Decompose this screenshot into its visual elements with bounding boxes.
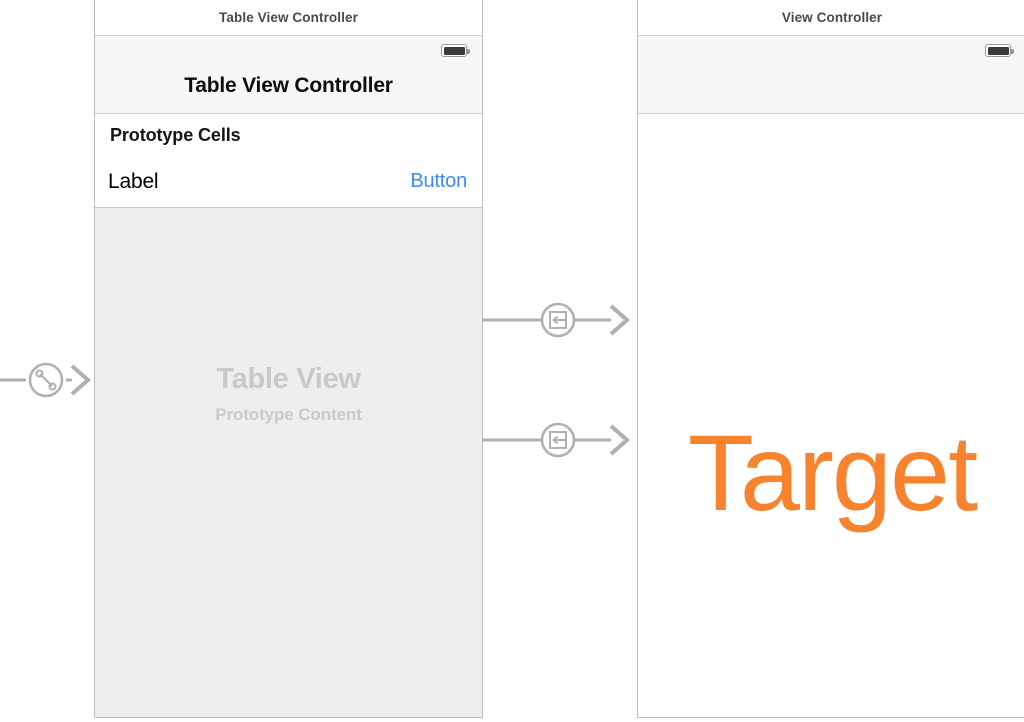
scene-body: Target — [638, 36, 1024, 717]
cell-label: Label — [108, 169, 159, 193]
arrowhead-icon — [609, 304, 631, 336]
status-bar — [95, 36, 482, 58]
battery-nub — [467, 48, 470, 54]
battery-fill — [443, 46, 465, 55]
arrowhead-icon — [609, 424, 631, 456]
table-view-placeholder-subtitle: Prototype Content — [215, 405, 362, 424]
scene-body: Table View Controller Prototype Cells La… — [95, 36, 482, 717]
show-segue-connection-1[interactable] — [483, 300, 639, 340]
scene-titlebar[interactable]: View Controller — [638, 0, 1024, 36]
storyboard-entry-point-connection[interactable] — [0, 360, 98, 400]
battery-nub — [1011, 48, 1014, 54]
scene-view-controller[interactable]: View Controller Target — [637, 0, 1024, 718]
table-section-header-label: Prototype Cells — [110, 124, 241, 145]
scene-titlebar-label: View Controller — [781, 10, 883, 25]
table-view-placeholder[interactable]: Table View Prototype Content — [95, 208, 482, 717]
scene-table-view-controller[interactable]: Table View Controller Table View Control… — [94, 0, 483, 718]
navigation-bar[interactable] — [638, 36, 1024, 114]
show-segue-connection-2[interactable] — [483, 420, 639, 460]
battery-full-icon — [985, 44, 1014, 57]
navigation-bar-title: Table View Controller — [184, 74, 393, 97]
status-bar — [638, 36, 1024, 58]
battery-fill — [987, 46, 1009, 55]
arrowhead-icon — [70, 364, 92, 396]
storyboard-canvas: Table View Controller Table View Control… — [0, 0, 1024, 722]
battery-full-icon — [441, 44, 470, 57]
scene-titlebar-label: Table View Controller — [219, 10, 358, 25]
target-label: Target — [687, 412, 978, 533]
view-controller-content[interactable]: Target — [638, 114, 1024, 717]
table-view-placeholder-title: Table View — [216, 363, 361, 395]
prototype-cell[interactable]: Label Button — [95, 156, 482, 208]
scene-titlebar[interactable]: Table View Controller — [95, 0, 482, 36]
table-section-header[interactable]: Prototype Cells — [95, 114, 482, 156]
cell-button[interactable]: Button — [410, 170, 467, 193]
navigation-bar[interactable]: Table View Controller — [95, 36, 482, 114]
